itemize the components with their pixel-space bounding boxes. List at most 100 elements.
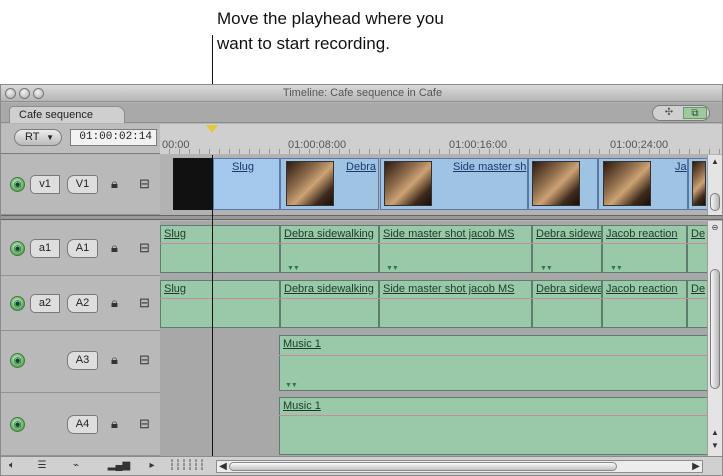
track-target-icon[interactable]: ◉ (10, 296, 25, 311)
clip-thumbnail (286, 161, 334, 206)
audio-enable-icon[interactable]: ⊟ (139, 176, 150, 192)
audio-clip-debra-2[interactable]: Debra sidewa (532, 280, 602, 328)
lock-icon[interactable]: 🔒︎ (111, 416, 118, 432)
lock-icon[interactable]: 🔒︎ (111, 176, 118, 192)
link-marker-icon: ▼▼ (285, 382, 298, 389)
audio-clip-side-master[interactable]: Side master shot jacob MS (379, 225, 532, 273)
audio-level-line (279, 355, 707, 356)
audio-level-line (160, 243, 707, 244)
source-control-v1[interactable]: v1 (30, 175, 60, 194)
ruler-label: 01:00:08:00 (288, 139, 347, 151)
scroll-up-icon[interactable]: ▲ (708, 157, 722, 166)
audio-clip-side-master[interactable]: Side master shot jacob MS (379, 280, 532, 328)
scroll-down-icon[interactable]: ▼ (708, 441, 722, 450)
horizontal-scrollbar[interactable]: ◀ ▶ (216, 460, 703, 473)
black-clip (173, 158, 213, 210)
video-scrollbar[interactable]: ▲ (707, 155, 722, 215)
destination-control-a4[interactable]: A4 (67, 415, 98, 434)
track-header-v1: ◉ v1 V1 🔒︎ ⊟ (1, 155, 160, 215)
track-lane-a4[interactable]: Music 1 (160, 393, 707, 456)
track-lane-a1[interactable]: Slug Debra sidewalking Side master shot … (160, 221, 707, 276)
destination-control-a1[interactable]: A1 (67, 239, 98, 258)
tab-row: Cafe sequence ✣ ⧉ (1, 103, 722, 123)
clip-thumbnail (532, 161, 580, 206)
destination-control-a3[interactable]: A3 (67, 351, 98, 370)
clip-overlays-icon[interactable]: ⌁ (61, 459, 91, 473)
playhead-line[interactable] (212, 155, 213, 456)
chevron-right-icon[interactable]: ▸ (146, 459, 158, 473)
track-lane-a3[interactable]: Music 1 ▼▼ (160, 331, 707, 393)
clip-thumbnail (692, 161, 706, 206)
source-control-a1[interactable]: a1 (30, 239, 60, 258)
audio-scrollbar[interactable]: ⊖ ▲ ▼ (707, 221, 722, 456)
scroll-up-icon[interactable]: ⊖ (708, 223, 722, 232)
source-control-a2[interactable]: a2 (30, 294, 60, 313)
video-scroll-thumb[interactable] (710, 193, 720, 211)
ruler-label: 01:00:24:00 (610, 139, 669, 151)
audio-clip-music-1[interactable]: Music 1 (279, 335, 707, 391)
track-target-icon[interactable]: ◉ (10, 417, 25, 432)
title-bar[interactable]: Timeline: Cafe sequence in Cafe (1, 85, 722, 102)
track-header-a1: ◉ a1 A1 🔒︎ ⊟ (1, 221, 160, 276)
audio-clip-next[interactable]: De (687, 225, 707, 273)
track-header-a3: ◉ A3 🔒︎ ⊟ (1, 331, 160, 393)
audio-clip-next[interactable]: De (687, 280, 707, 328)
scroll-left-icon[interactable]: ◀ (218, 460, 228, 474)
video-clip-slug[interactable]: Slug (213, 158, 280, 210)
ruler-row: RT ▼ 01:00:02:14 00:00 01:00:08:00 01:00… (1, 124, 722, 154)
audio-scroll-thumb[interactable] (710, 269, 720, 389)
track-target-icon[interactable]: ◉ (10, 177, 25, 192)
destination-control-a2[interactable]: A2 (67, 294, 98, 313)
track-lane-v1[interactable]: Slug Debra Side master sh Ja (160, 155, 707, 215)
track-height-icon[interactable]: ☰ (27, 459, 57, 473)
audio-enable-icon[interactable]: ⊟ (139, 295, 150, 311)
zoom-slider[interactable]: ┆┆┆┆┆┆ (161, 459, 213, 473)
window-title: Timeline: Cafe sequence in Cafe (282, 87, 443, 99)
lock-icon[interactable]: 🔒︎ (111, 295, 118, 311)
link-marker-icon: ▼▼ (287, 265, 300, 272)
ruler-label: 00:00 (162, 139, 190, 151)
audio-level-line (160, 298, 707, 299)
lock-icon[interactable]: 🔒︎ (111, 240, 118, 256)
track-target-icon[interactable]: ◉ (10, 353, 25, 368)
snapping-icon[interactable]: ✣ (657, 107, 681, 119)
track-lane-a2[interactable]: Slug Debra sidewalking Side master shot … (160, 276, 707, 331)
destination-control-v1[interactable]: V1 (67, 175, 98, 194)
audio-clip-debra[interactable]: Debra sidewalking (280, 280, 379, 328)
snapping-linking-buttons: ✣ ⧉ (652, 105, 710, 121)
timeline-window: Timeline: Cafe sequence in Cafe Cafe seq… (0, 84, 723, 476)
audio-clip-slug[interactable]: Slug (160, 280, 280, 328)
lock-icon[interactable]: 🔒︎ (111, 352, 118, 368)
video-audio-divider[interactable] (1, 215, 722, 220)
audio-clip-music-1[interactable]: Music 1 (279, 397, 707, 455)
current-timecode-field[interactable]: 01:00:02:14 (70, 129, 157, 146)
chevron-down-icon: ▼ (46, 133, 54, 142)
playhead-marker[interactable] (206, 125, 218, 133)
rt-label: RT (25, 131, 40, 143)
audio-enable-icon[interactable]: ⊟ (139, 416, 150, 432)
speaker-icon[interactable]: 🔈︎ (5, 459, 19, 473)
audio-enable-icon[interactable]: ⊟ (139, 352, 150, 368)
horizontal-scroll-thumb[interactable] (229, 462, 617, 471)
linking-icon[interactable]: ⧉ (683, 107, 707, 119)
clip-thumbnail (384, 161, 432, 206)
clip-thumbnail (603, 161, 651, 206)
link-marker-icon: ▼▼ (540, 265, 553, 272)
audio-enable-icon[interactable]: ⊟ (139, 240, 150, 256)
timeline-bottom-bar: 🔈︎ ☰ ⌁ ▂▄▆ ▸ ┆┆┆┆┆┆ ◀ ▶ (1, 456, 722, 475)
audio-clip-jacob[interactable]: Jacob reaction (602, 280, 687, 328)
link-marker-icon: ▼▼ (610, 265, 623, 272)
scroll-up-icon[interactable]: ▲ (708, 428, 722, 437)
tab-cafe-sequence[interactable]: Cafe sequence (9, 106, 125, 123)
callout-text: Move the playhead where you want to star… (217, 9, 444, 53)
rt-menu-button[interactable]: RT ▼ (14, 129, 62, 146)
track-header-a4: ◉ A4 🔒︎ ⊟ (1, 393, 160, 456)
track-header-a2: ◉ a2 A2 🔒︎ ⊟ (1, 276, 160, 331)
audio-clip-slug[interactable]: Slug (160, 225, 280, 273)
link-marker-icon: ▼▼ (386, 265, 399, 272)
scroll-right-icon[interactable]: ▶ (691, 460, 701, 474)
track-layout-icon[interactable]: ▂▄▆ (97, 459, 141, 473)
track-target-icon[interactable]: ◉ (10, 241, 25, 256)
audio-level-line (279, 415, 707, 416)
timeline-ruler[interactable]: 00:00 01:00:08:00 01:00:16:00 01:00:24:0… (160, 124, 722, 154)
